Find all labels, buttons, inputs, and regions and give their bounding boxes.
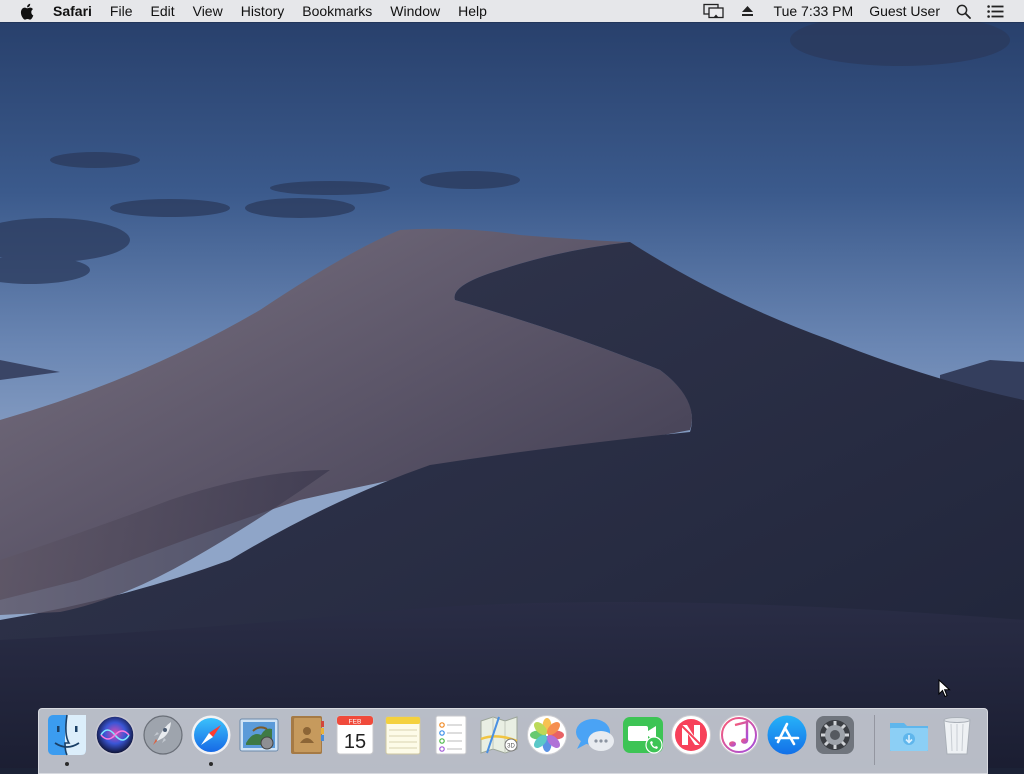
notes-icon bbox=[385, 716, 421, 755]
menu-edit[interactable]: Edit bbox=[141, 0, 183, 22]
safari-running-indicator bbox=[209, 762, 213, 766]
menu-view[interactable]: View bbox=[184, 0, 232, 22]
dock-stack-downloads[interactable] bbox=[887, 713, 931, 757]
menu-bar-status-area: Tue 7:33 PM Guest User bbox=[695, 0, 1024, 22]
mail-icon bbox=[239, 718, 279, 752]
svg-text:3D: 3D bbox=[507, 744, 515, 750]
calendar-day: 15 bbox=[344, 731, 366, 753]
menu-file[interactable]: File bbox=[101, 0, 142, 22]
dock-app-safari[interactable] bbox=[189, 713, 233, 757]
contacts-icon bbox=[291, 716, 324, 754]
dock-app-app-store[interactable] bbox=[765, 713, 809, 757]
menu-window[interactable]: Window bbox=[381, 0, 449, 22]
dock-app-reminders[interactable] bbox=[429, 713, 473, 757]
reminders-icon bbox=[435, 715, 467, 755]
dock-divider bbox=[874, 715, 875, 765]
news-icon bbox=[671, 715, 711, 755]
calendar-icon: FEB 15 bbox=[336, 715, 374, 755]
dock-app-news[interactable] bbox=[669, 713, 713, 757]
launchpad-icon bbox=[143, 715, 183, 755]
dock-app-contacts[interactable] bbox=[285, 713, 329, 757]
siri-icon bbox=[95, 715, 135, 755]
mouse-cursor-icon bbox=[938, 679, 951, 698]
finder-icon bbox=[48, 714, 86, 756]
facetime-icon bbox=[623, 717, 663, 754]
spotlight-search-icon[interactable] bbox=[948, 4, 979, 19]
dock-app-itunes[interactable] bbox=[717, 713, 761, 757]
dock-app-siri[interactable] bbox=[93, 713, 137, 757]
menu-history[interactable]: History bbox=[232, 0, 294, 22]
dock: FEB 15 3D bbox=[38, 708, 988, 774]
menu-bar-left: Safari File Edit View History Bookmarks … bbox=[0, 0, 496, 22]
dock-app-system-preferences[interactable] bbox=[813, 713, 857, 757]
system-preferences-icon bbox=[816, 716, 854, 754]
calendar-month: FEB bbox=[349, 719, 362, 726]
finder-running-indicator bbox=[65, 762, 69, 766]
menu-bookmarks[interactable]: Bookmarks bbox=[293, 0, 381, 22]
user-switcher[interactable]: Guest User bbox=[861, 0, 948, 22]
dock-app-notes[interactable] bbox=[381, 713, 425, 757]
dock-app-messages[interactable] bbox=[573, 713, 617, 757]
dock-stack-trash[interactable] bbox=[935, 713, 979, 757]
menu-bar: Safari File Edit View History Bookmarks … bbox=[0, 0, 1024, 22]
dock-app-facetime[interactable] bbox=[621, 713, 665, 757]
dock-app-maps[interactable]: 3D bbox=[477, 713, 521, 757]
dock-app-calendar[interactable]: FEB 15 bbox=[333, 713, 377, 757]
downloads-folder-icon bbox=[890, 723, 928, 751]
dock-app-finder[interactable] bbox=[45, 713, 89, 757]
trash-icon bbox=[943, 717, 971, 755]
dock-app-launchpad[interactable] bbox=[141, 713, 185, 757]
maps-icon: 3D bbox=[480, 716, 518, 754]
safari-icon bbox=[191, 715, 231, 755]
clock[interactable]: Tue 7:33 PM bbox=[766, 0, 862, 22]
dock-app-photos[interactable] bbox=[525, 713, 569, 757]
notification-center-icon[interactable] bbox=[979, 4, 1012, 18]
app-store-icon bbox=[767, 715, 807, 755]
messages-icon bbox=[576, 719, 614, 751]
menu-help[interactable]: Help bbox=[449, 0, 496, 22]
apple-logo-icon[interactable] bbox=[19, 2, 35, 20]
desktop-wallpaper bbox=[0, 0, 1024, 768]
dock-app-mail[interactable] bbox=[237, 713, 281, 757]
itunes-icon bbox=[719, 715, 759, 755]
eject-icon[interactable] bbox=[733, 5, 762, 17]
photos-icon bbox=[527, 715, 567, 755]
airplay-display-icon[interactable] bbox=[695, 3, 733, 19]
menu-app-safari[interactable]: Safari bbox=[53, 0, 101, 22]
